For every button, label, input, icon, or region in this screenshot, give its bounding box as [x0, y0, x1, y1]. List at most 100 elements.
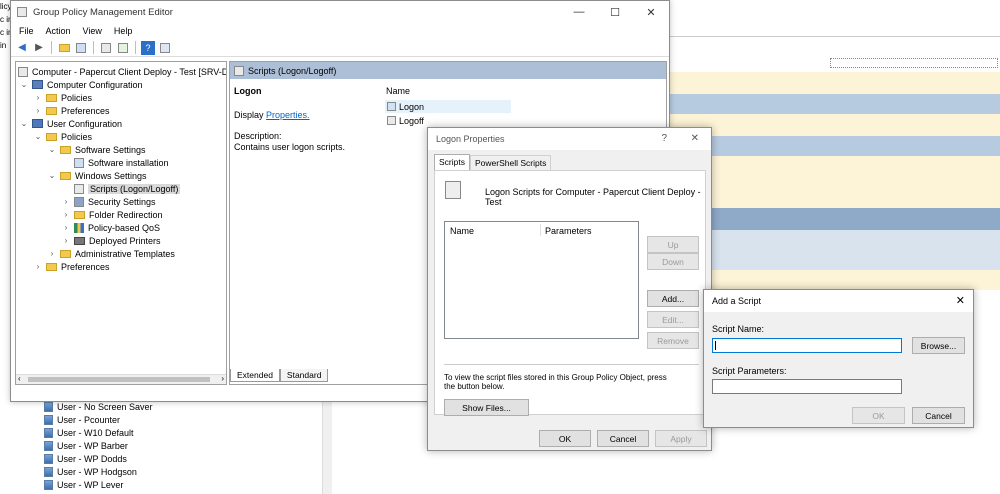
tree-item-software-settings[interactable]: ⌄ Software Settings [48, 143, 146, 156]
expand-chevron-icon[interactable]: › [34, 106, 42, 115]
folder-icon [46, 106, 57, 115]
expand-chevron-icon[interactable]: › [34, 93, 42, 102]
action-pane-icon[interactable] [158, 41, 172, 55]
info-text: To view the script files stored in this … [444, 373, 667, 391]
ok-button[interactable]: OK [539, 430, 591, 447]
browse-button[interactable]: Browse... [912, 337, 965, 354]
edit-button[interactable]: Edit... [647, 311, 699, 328]
expand-chevron-icon[interactable]: › [62, 236, 70, 245]
apply-button[interactable]: Apply [655, 430, 707, 447]
show-hide-tree-icon[interactable] [74, 41, 88, 55]
tree-root[interactable]: Computer - Papercut Client Deploy - Test… [18, 65, 226, 78]
column-divider[interactable] [540, 224, 541, 236]
menu-view[interactable]: View [83, 26, 102, 36]
list-item[interactable]: User - WP Lever [30, 478, 330, 491]
dialog-title-bar[interactable]: Logon Properties ? ✕ [428, 128, 711, 150]
column-header-name[interactable]: Name [386, 86, 410, 96]
export-list-icon[interactable] [116, 41, 130, 55]
column-header-name[interactable]: Name [450, 226, 474, 236]
close-button[interactable]: ✕ [633, 1, 669, 23]
list-item-logoff[interactable]: Logoff [385, 114, 424, 127]
background-scrollbar[interactable] [322, 402, 332, 494]
column-header-parameters[interactable]: Parameters [545, 226, 592, 236]
gpo-icon [44, 479, 53, 490]
tree-item-software-installation[interactable]: Software installation [74, 156, 169, 169]
tree-item-label: Deployed Printers [89, 235, 161, 246]
show-files-button[interactable]: Show Files... [444, 399, 529, 416]
list-item[interactable]: User - W10 Default [30, 426, 330, 439]
description-label: Description: [234, 131, 282, 141]
help-icon[interactable]: ? [141, 40, 155, 55]
tree-item-policies[interactable]: ⌄ Policies [34, 130, 92, 143]
scripts-list[interactable]: Name Parameters [444, 221, 639, 339]
tree-item-windows-settings[interactable]: ⌄ Windows Settings [48, 169, 147, 182]
tree-item-preferences[interactable]: › Preferences [34, 104, 110, 117]
tree-item-policy-based-qos[interactable]: › Policy-based QoS [62, 221, 160, 234]
title-bar[interactable]: Group Policy Management Editor — ☐ ✕ [11, 1, 669, 23]
minimize-button[interactable]: — [561, 1, 597, 23]
collapse-chevron-icon[interactable]: ⌄ [48, 171, 56, 180]
tree-item-scripts[interactable]: Scripts (Logon/Logoff) [74, 182, 181, 195]
down-button[interactable]: Down [647, 253, 699, 270]
list-item[interactable]: User - WP Barber [30, 439, 330, 452]
tree-item-policies[interactable]: › Policies [34, 91, 92, 104]
collapse-chevron-icon[interactable]: ⌄ [48, 145, 56, 154]
tree-item-computer-configuration[interactable]: ⌄ Computer Configuration [20, 78, 143, 91]
scroll-right-icon[interactable]: › [221, 374, 224, 383]
help-button[interactable]: ? [661, 133, 667, 144]
expand-chevron-icon[interactable]: › [62, 197, 70, 206]
pane-header: Scripts (Logon/Logoff) [230, 62, 666, 79]
gpo-icon [44, 427, 53, 438]
expand-chevron-icon[interactable]: › [34, 262, 42, 271]
tree-item-deployed-printers[interactable]: › Deployed Printers [62, 234, 161, 247]
tree-item-folder-redirection[interactable]: › Folder Redirection [62, 208, 163, 221]
chart-icon [74, 222, 84, 233]
menu-help[interactable]: Help [114, 26, 133, 36]
properties-icon[interactable] [99, 41, 113, 55]
folder-icon [46, 132, 57, 141]
tab-standard[interactable]: Standard [279, 369, 329, 382]
menu-action[interactable]: Action [46, 26, 71, 36]
close-button[interactable]: ✕ [956, 294, 965, 307]
list-item[interactable]: User - WP Hodgson [30, 465, 330, 478]
tree-item-administrative-templates[interactable]: › Administrative Templates [48, 247, 175, 260]
cancel-button[interactable]: Cancel [912, 407, 965, 424]
up-folder-icon[interactable] [57, 41, 71, 55]
dialog-title-bar[interactable]: Add a Script ✕ [704, 290, 973, 312]
script-name-input[interactable] [712, 338, 902, 353]
folder-icon [46, 93, 57, 102]
ok-button[interactable]: OK [852, 407, 905, 424]
expand-chevron-icon[interactable]: › [62, 223, 70, 232]
scroll-left-icon[interactable]: ‹ [18, 374, 21, 383]
close-button[interactable]: ✕ [691, 133, 699, 144]
tree-horizontal-scrollbar[interactable]: ‹ › [16, 374, 226, 384]
menu-file[interactable]: File [19, 26, 34, 36]
tab-extended[interactable]: Extended [230, 369, 280, 382]
security-icon [74, 196, 84, 207]
collapse-chevron-icon[interactable]: ⌄ [20, 119, 28, 128]
expand-chevron-icon[interactable]: › [48, 249, 56, 258]
back-arrow-icon[interactable]: ◀ [15, 41, 29, 55]
tree-item-security-settings[interactable]: › Security Settings [62, 195, 156, 208]
scrollbar-thumb[interactable] [28, 377, 210, 382]
tree-item-preferences[interactable]: › Preferences [34, 260, 110, 273]
list-item[interactable]: User - WP Dodds [30, 452, 330, 465]
tree-item-user-configuration[interactable]: ⌄ User Configuration [20, 117, 122, 130]
collapse-chevron-icon[interactable]: ⌄ [34, 132, 42, 141]
list-item[interactable]: User - Pcounter [30, 413, 330, 426]
tab-powershell-scripts[interactable]: PowerShell Scripts [469, 155, 552, 170]
collapse-chevron-icon[interactable]: ⌄ [20, 80, 28, 89]
remove-button[interactable]: Remove [647, 332, 699, 349]
up-button[interactable]: Up [647, 236, 699, 253]
tab-scripts[interactable]: Scripts [434, 154, 470, 170]
script-parameters-label: Script Parameters: [712, 366, 787, 376]
cancel-button[interactable]: Cancel [597, 430, 649, 447]
script-parameters-input[interactable] [712, 379, 902, 394]
list-item-logon[interactable]: Logon [385, 100, 511, 113]
display-properties: Display Properties. [234, 110, 310, 120]
expand-chevron-icon[interactable]: › [62, 210, 70, 219]
properties-link[interactable]: Properties. [266, 110, 310, 120]
maximize-button[interactable]: ☐ [597, 1, 633, 23]
forward-arrow-icon[interactable]: ▶ [32, 41, 46, 55]
add-button[interactable]: Add... [647, 290, 699, 307]
